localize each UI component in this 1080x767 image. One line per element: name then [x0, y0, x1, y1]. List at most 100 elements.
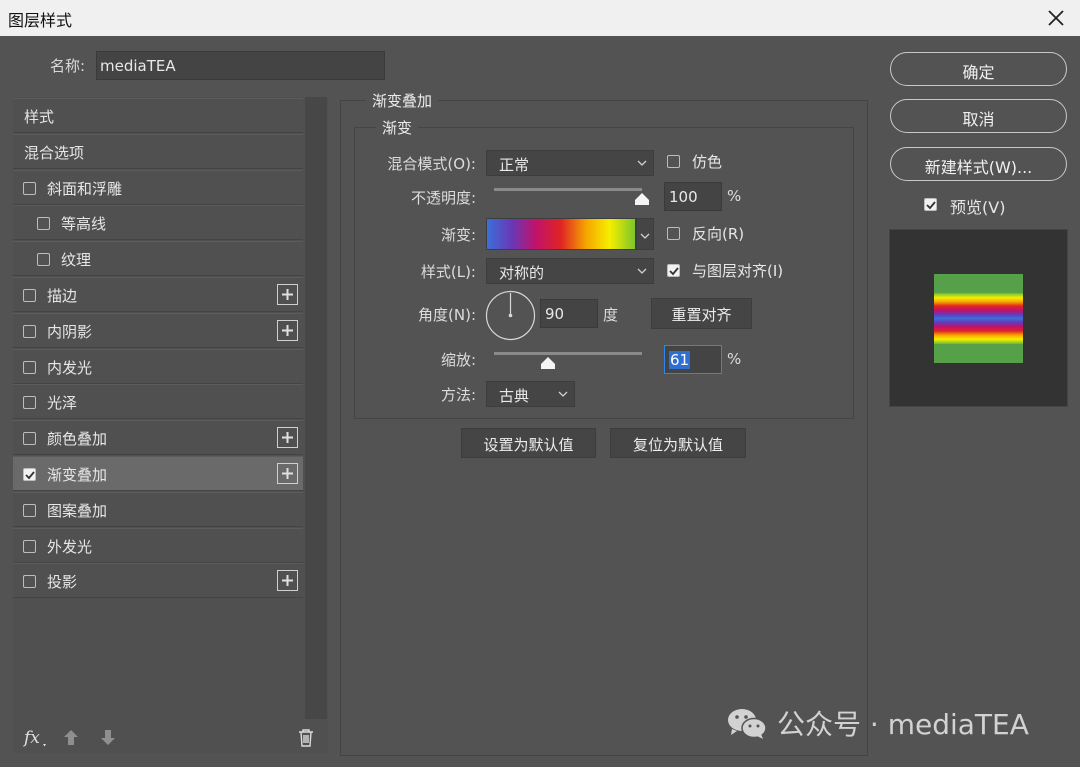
style-checkbox[interactable] — [23, 360, 36, 374]
style-label: 样式(L): — [420, 263, 476, 281]
close-icon[interactable] — [1042, 4, 1070, 32]
style-list-toolbar: fx — [13, 720, 327, 755]
style-list-item[interactable]: 颜色叠加 — [13, 420, 303, 456]
add-instance-icon[interactable] — [277, 463, 298, 484]
style-list-item[interactable]: 纹理 — [13, 241, 303, 277]
style-checkbox[interactable] — [23, 503, 36, 517]
add-instance-icon[interactable] — [277, 284, 298, 305]
name-input[interactable]: mediaTEA — [96, 51, 385, 80]
blend-mode-label: 混合模式(O): — [387, 155, 476, 173]
svg-text:fx: fx — [23, 728, 40, 748]
align-layer-checkbox[interactable] — [667, 264, 680, 277]
style-list-item[interactable]: 样式 — [13, 98, 303, 133]
angle-unit: 度 — [603, 306, 619, 324]
style-list-item[interactable]: 图案叠加 — [13, 491, 303, 527]
align-layer-label: 与图层对齐(I) — [692, 262, 784, 280]
checkmark-icon — [926, 201, 936, 210]
method-select[interactable]: 古典 — [486, 381, 575, 407]
new-style-button[interactable]: 新建样式(W)... — [890, 147, 1067, 181]
scale-unit: % — [727, 350, 742, 368]
checkmark-icon — [25, 471, 35, 480]
style-checkbox[interactable] — [37, 217, 50, 231]
title-bar: 图层样式 — [0, 0, 1080, 36]
reset-align-button[interactable]: 重置对齐 — [651, 298, 752, 329]
window-title: 图层样式 — [8, 11, 73, 30]
style-list-item-label: 内发光 — [47, 358, 93, 377]
blend-mode-value: 正常 — [499, 156, 530, 174]
style-list-item-label: 混合选项 — [24, 143, 85, 162]
opacity-label: 不透明度: — [410, 189, 476, 207]
trash-icon[interactable] — [297, 728, 315, 747]
watermark-text: 公众号 · mediaTEA — [777, 708, 1029, 741]
style-list-item[interactable]: 光泽 — [13, 384, 303, 420]
scale-slider-track[interactable] — [494, 352, 642, 355]
style-checkbox[interactable] — [23, 432, 36, 446]
style-list-item-label: 图案叠加 — [47, 501, 108, 520]
ok-button[interactable]: 确定 — [890, 52, 1067, 86]
style-list-item-label: 光泽 — [47, 394, 78, 413]
move-down-icon[interactable] — [100, 729, 116, 746]
method-label: 方法: — [440, 386, 476, 404]
chevron-down-icon — [637, 268, 647, 274]
angle-dial[interactable] — [485, 290, 536, 341]
style-list-item[interactable]: 混合选项 — [13, 133, 303, 169]
style-list-item[interactable]: 投影 — [13, 563, 303, 599]
opacity-input[interactable]: 100 — [664, 182, 722, 211]
add-instance-icon[interactable] — [277, 427, 298, 449]
reverse-checkbox[interactable] — [667, 227, 680, 240]
dither-label: 仿色 — [692, 153, 723, 171]
scale-label: 缩放: — [440, 351, 476, 369]
opacity-slider-thumb[interactable] — [635, 193, 649, 205]
style-checkbox[interactable] — [23, 181, 36, 195]
name-label: 名称: — [50, 57, 86, 75]
checkmark-icon — [669, 267, 679, 276]
group-title: 渐变 — [376, 117, 419, 138]
style-list-item-label: 纹理 — [61, 251, 92, 270]
move-up-icon[interactable] — [63, 729, 79, 746]
chevron-down-icon — [637, 160, 647, 166]
style-checkbox[interactable] — [23, 396, 36, 410]
gradient-label: 渐变: — [440, 226, 476, 244]
chevron-down-icon — [558, 391, 568, 397]
scale-input[interactable]: 61 — [664, 345, 722, 374]
style-checkbox[interactable] — [23, 539, 36, 553]
style-list-item-label: 描边 — [47, 287, 78, 305]
style-select[interactable]: 对称的 — [486, 258, 654, 284]
style-checkbox[interactable] — [23, 324, 36, 338]
fx-icon[interactable]: fx — [23, 727, 49, 749]
add-instance-icon[interactable] — [277, 570, 298, 592]
reset-default-button[interactable]: 复位为默认值 — [610, 428, 746, 458]
style-checkbox[interactable] — [23, 468, 36, 481]
add-instance-icon[interactable] — [277, 319, 298, 341]
style-list-item[interactable]: 斜面和浮雕 — [13, 169, 303, 205]
preview-checkbox[interactable] — [924, 198, 937, 211]
style-list-scrollbar[interactable] — [305, 97, 327, 719]
style-list-item-label: 样式 — [24, 108, 55, 126]
set-default-button[interactable]: 设置为默认值 — [461, 428, 596, 458]
scale-value: 61 — [669, 351, 691, 369]
style-list-item[interactable]: 外发光 — [13, 527, 303, 563]
style-list-item-label: 内阴影 — [47, 322, 93, 341]
style-checkbox[interactable] — [37, 253, 50, 267]
style-preview — [889, 229, 1068, 407]
cancel-button[interactable]: 取消 — [890, 99, 1067, 133]
scale-slider-thumb[interactable] — [540, 357, 555, 369]
opacity-slider-track[interactable] — [494, 188, 642, 191]
panel-title: 渐变叠加 — [366, 90, 439, 111]
preview-label: 预览(V) — [950, 198, 1006, 217]
dither-checkbox[interactable] — [667, 155, 680, 168]
style-list-item[interactable]: 描边 — [13, 277, 303, 312]
angle-input[interactable]: 90 — [540, 299, 598, 328]
style-checkbox[interactable] — [23, 575, 36, 589]
preview-swatch — [934, 274, 1023, 363]
blend-mode-select[interactable]: 正常 — [486, 150, 654, 176]
style-list-item[interactable]: 内发光 — [13, 348, 303, 384]
style-list-item[interactable]: 内阴影 — [13, 312, 303, 348]
opacity-unit: % — [727, 187, 742, 205]
style-list-item-label: 颜色叠加 — [47, 430, 108, 449]
gradient-preview[interactable] — [486, 218, 636, 250]
style-list-item[interactable]: 渐变叠加 — [13, 456, 303, 491]
style-list-item[interactable]: 等高线 — [13, 205, 303, 241]
style-checkbox[interactable] — [23, 289, 36, 302]
gradient-picker-button[interactable] — [636, 218, 654, 250]
